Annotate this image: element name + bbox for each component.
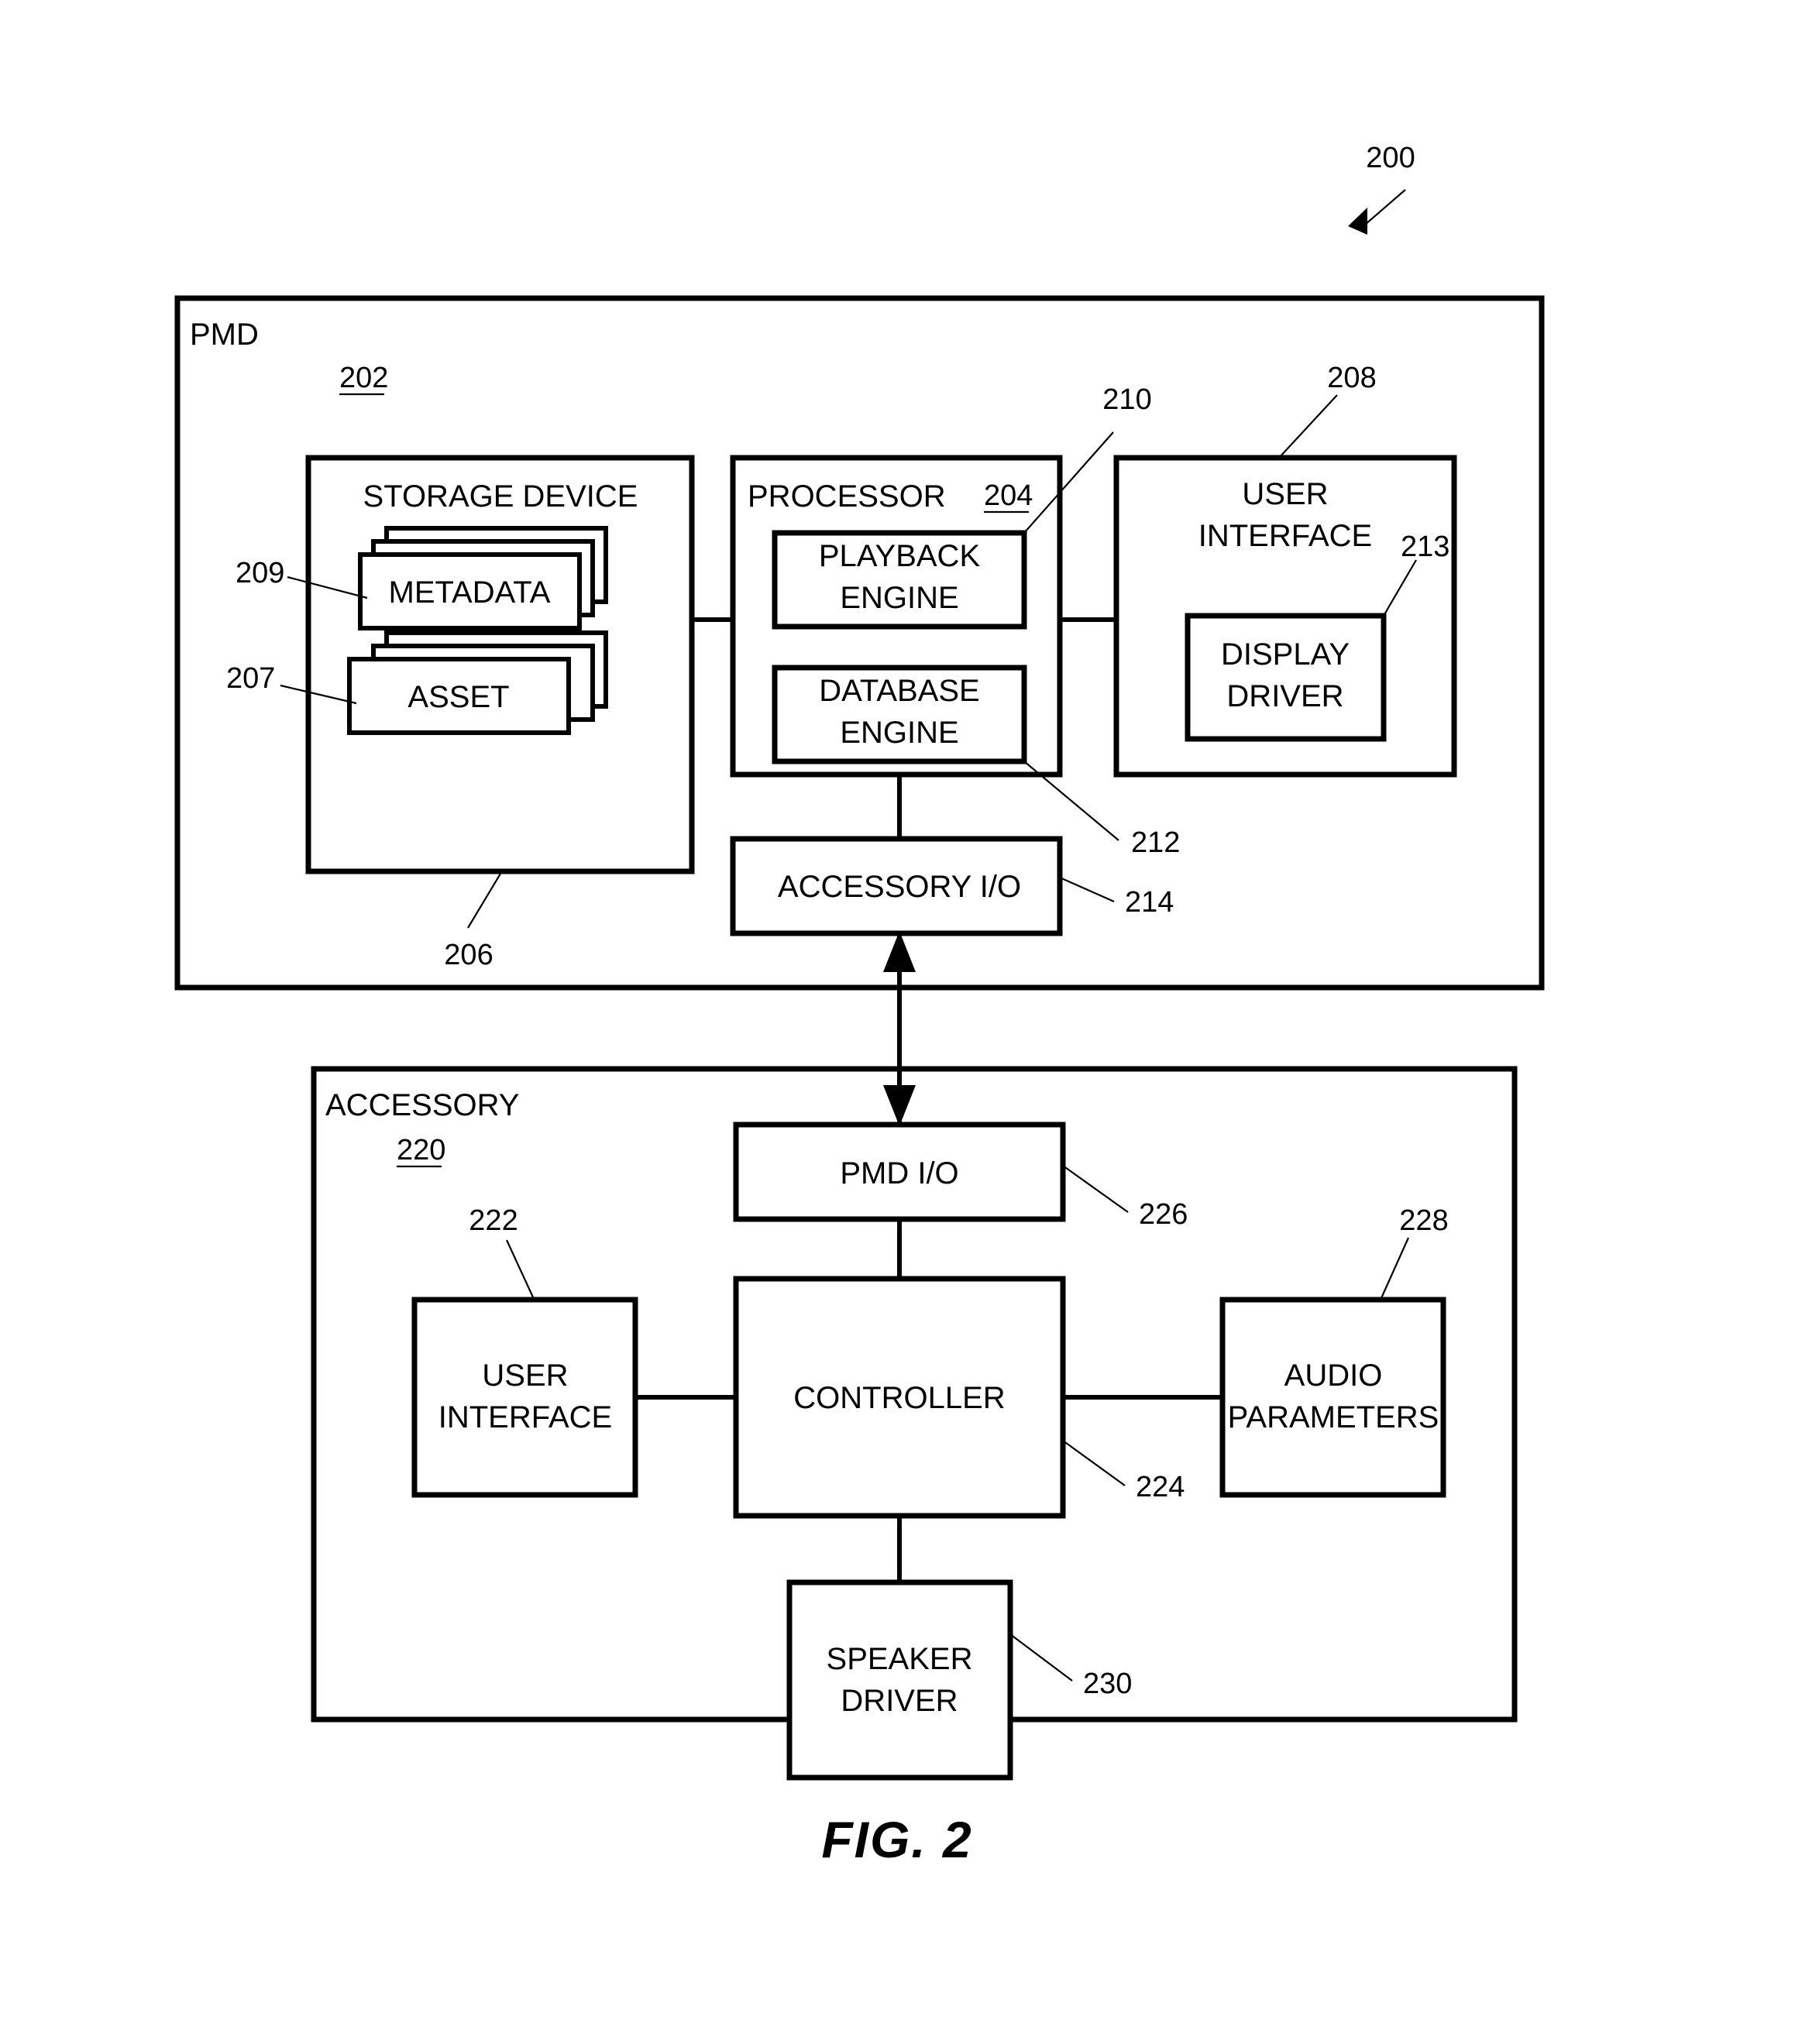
processor-label: PROCESSOR <box>748 479 946 514</box>
ref-label-207: 207 <box>226 662 275 695</box>
database-engine-label-line2: ENGINE <box>840 716 958 750</box>
pmd-user-interface-reference-208: 208 <box>1278 362 1377 459</box>
pmd-ref-label: 202 <box>339 362 388 394</box>
accessory-user-interface-reference-222: 222 <box>469 1204 535 1300</box>
processor-ref-group: 204 <box>984 479 1033 514</box>
pmd-io-label: PMD I/O <box>840 1156 958 1190</box>
accessory-io-reference-214: 214 <box>1059 876 1174 919</box>
pmd-accessory-link-arrow <box>883 931 916 1126</box>
ref-label-206: 206 <box>444 939 493 971</box>
accessory-user-interface-label-line1: USER <box>482 1359 568 1393</box>
arrowhead-200 <box>1348 208 1367 235</box>
ref-label-230: 230 <box>1083 1668 1132 1700</box>
ref-label-226: 226 <box>1139 1198 1188 1231</box>
asset-label: ASSET <box>407 680 509 714</box>
playback-engine-label-line2: ENGINE <box>840 581 958 615</box>
metadata-label: METADATA <box>389 575 551 610</box>
display-driver-box <box>1185 613 1387 742</box>
pmd-ref-group: 202 <box>339 362 388 396</box>
patent-figure: 200 PMD 202 STORAGE DEVICE METADATA 209 … <box>0 0 1795 2044</box>
pmd-io-reference-226: 226 <box>1062 1165 1188 1231</box>
leader-line-228 <box>1380 1237 1410 1299</box>
pmd-user-interface-label-line1: USER <box>1242 477 1328 511</box>
audio-parameters-box <box>1219 1297 1446 1498</box>
leader-line-206 <box>467 873 501 929</box>
storage-device-label: STORAGE DEVICE <box>363 479 638 514</box>
speaker-driver-label-line2: DRIVER <box>841 1684 958 1718</box>
leader-line-212 <box>1023 761 1119 841</box>
speaker-driver-reference-230: 230 <box>1009 1633 1132 1700</box>
ref-label-212: 212 <box>1131 826 1180 859</box>
playback-engine-label-line1: PLAYBACK <box>819 539 981 573</box>
ref-label-224: 224 <box>1136 1471 1185 1503</box>
audio-parameters-label-line1: AUDIO <box>1284 1359 1383 1393</box>
asset-stack: ASSET <box>347 630 608 735</box>
ref-label-208: 208 <box>1327 362 1376 394</box>
ref-label-200: 200 <box>1366 142 1415 174</box>
speaker-driver-label-line1: SPEAKER <box>827 1642 973 1676</box>
leader-line-214 <box>1059 876 1115 903</box>
controller-label: CONTROLLER <box>793 1381 1005 1415</box>
ref-label-210: 210 <box>1102 383 1151 416</box>
arrowhead-up-accessory-io <box>883 931 916 972</box>
audio-parameters-reference-228: 228 <box>1380 1204 1449 1299</box>
accessory-io-label: ACCESSORY I/O <box>778 870 1021 904</box>
ref-label-213: 213 <box>1401 531 1449 563</box>
arrowhead-down-pmd-io <box>883 1085 916 1126</box>
accessory-user-interface-box <box>411 1297 638 1498</box>
accessory-ref-group: 220 <box>397 1134 445 1168</box>
pmd-title: PMD <box>190 318 259 352</box>
processor-ref-label: 204 <box>984 479 1033 512</box>
pmd-user-interface-label-line2: INTERFACE <box>1198 519 1372 553</box>
leader-line-230 <box>1009 1633 1073 1682</box>
ref-label-228: 228 <box>1399 1204 1448 1237</box>
storage-device-reference-206: 206 <box>444 873 501 971</box>
leader-line-226 <box>1062 1165 1129 1213</box>
leader-line-200 <box>1364 189 1406 225</box>
figure-caption: FIG. 2 <box>821 1811 972 1868</box>
audio-parameters-label-line2: PARAMETERS <box>1228 1400 1439 1434</box>
accessory-ref-label: 220 <box>397 1134 445 1166</box>
system-reference-200: 200 <box>1348 142 1415 235</box>
accessory-title: ACCESSORY <box>325 1088 519 1122</box>
ref-label-222: 222 <box>469 1204 518 1237</box>
leader-line-208 <box>1278 394 1338 459</box>
display-driver-label-line2: DRIVER <box>1226 679 1343 713</box>
leader-line-224 <box>1062 1440 1126 1486</box>
controller-reference-224: 224 <box>1062 1440 1185 1503</box>
speaker-driver-box <box>786 1579 1013 1781</box>
accessory-user-interface-label-line2: INTERFACE <box>438 1400 612 1434</box>
ref-label-214: 214 <box>1125 886 1174 919</box>
metadata-stack: METADATA <box>358 526 608 630</box>
ref-label-209: 209 <box>236 557 284 589</box>
database-engine-label-line1: DATABASE <box>819 674 979 708</box>
display-driver-label-line1: DISPLAY <box>1221 637 1350 672</box>
leader-line-222 <box>506 1239 535 1300</box>
